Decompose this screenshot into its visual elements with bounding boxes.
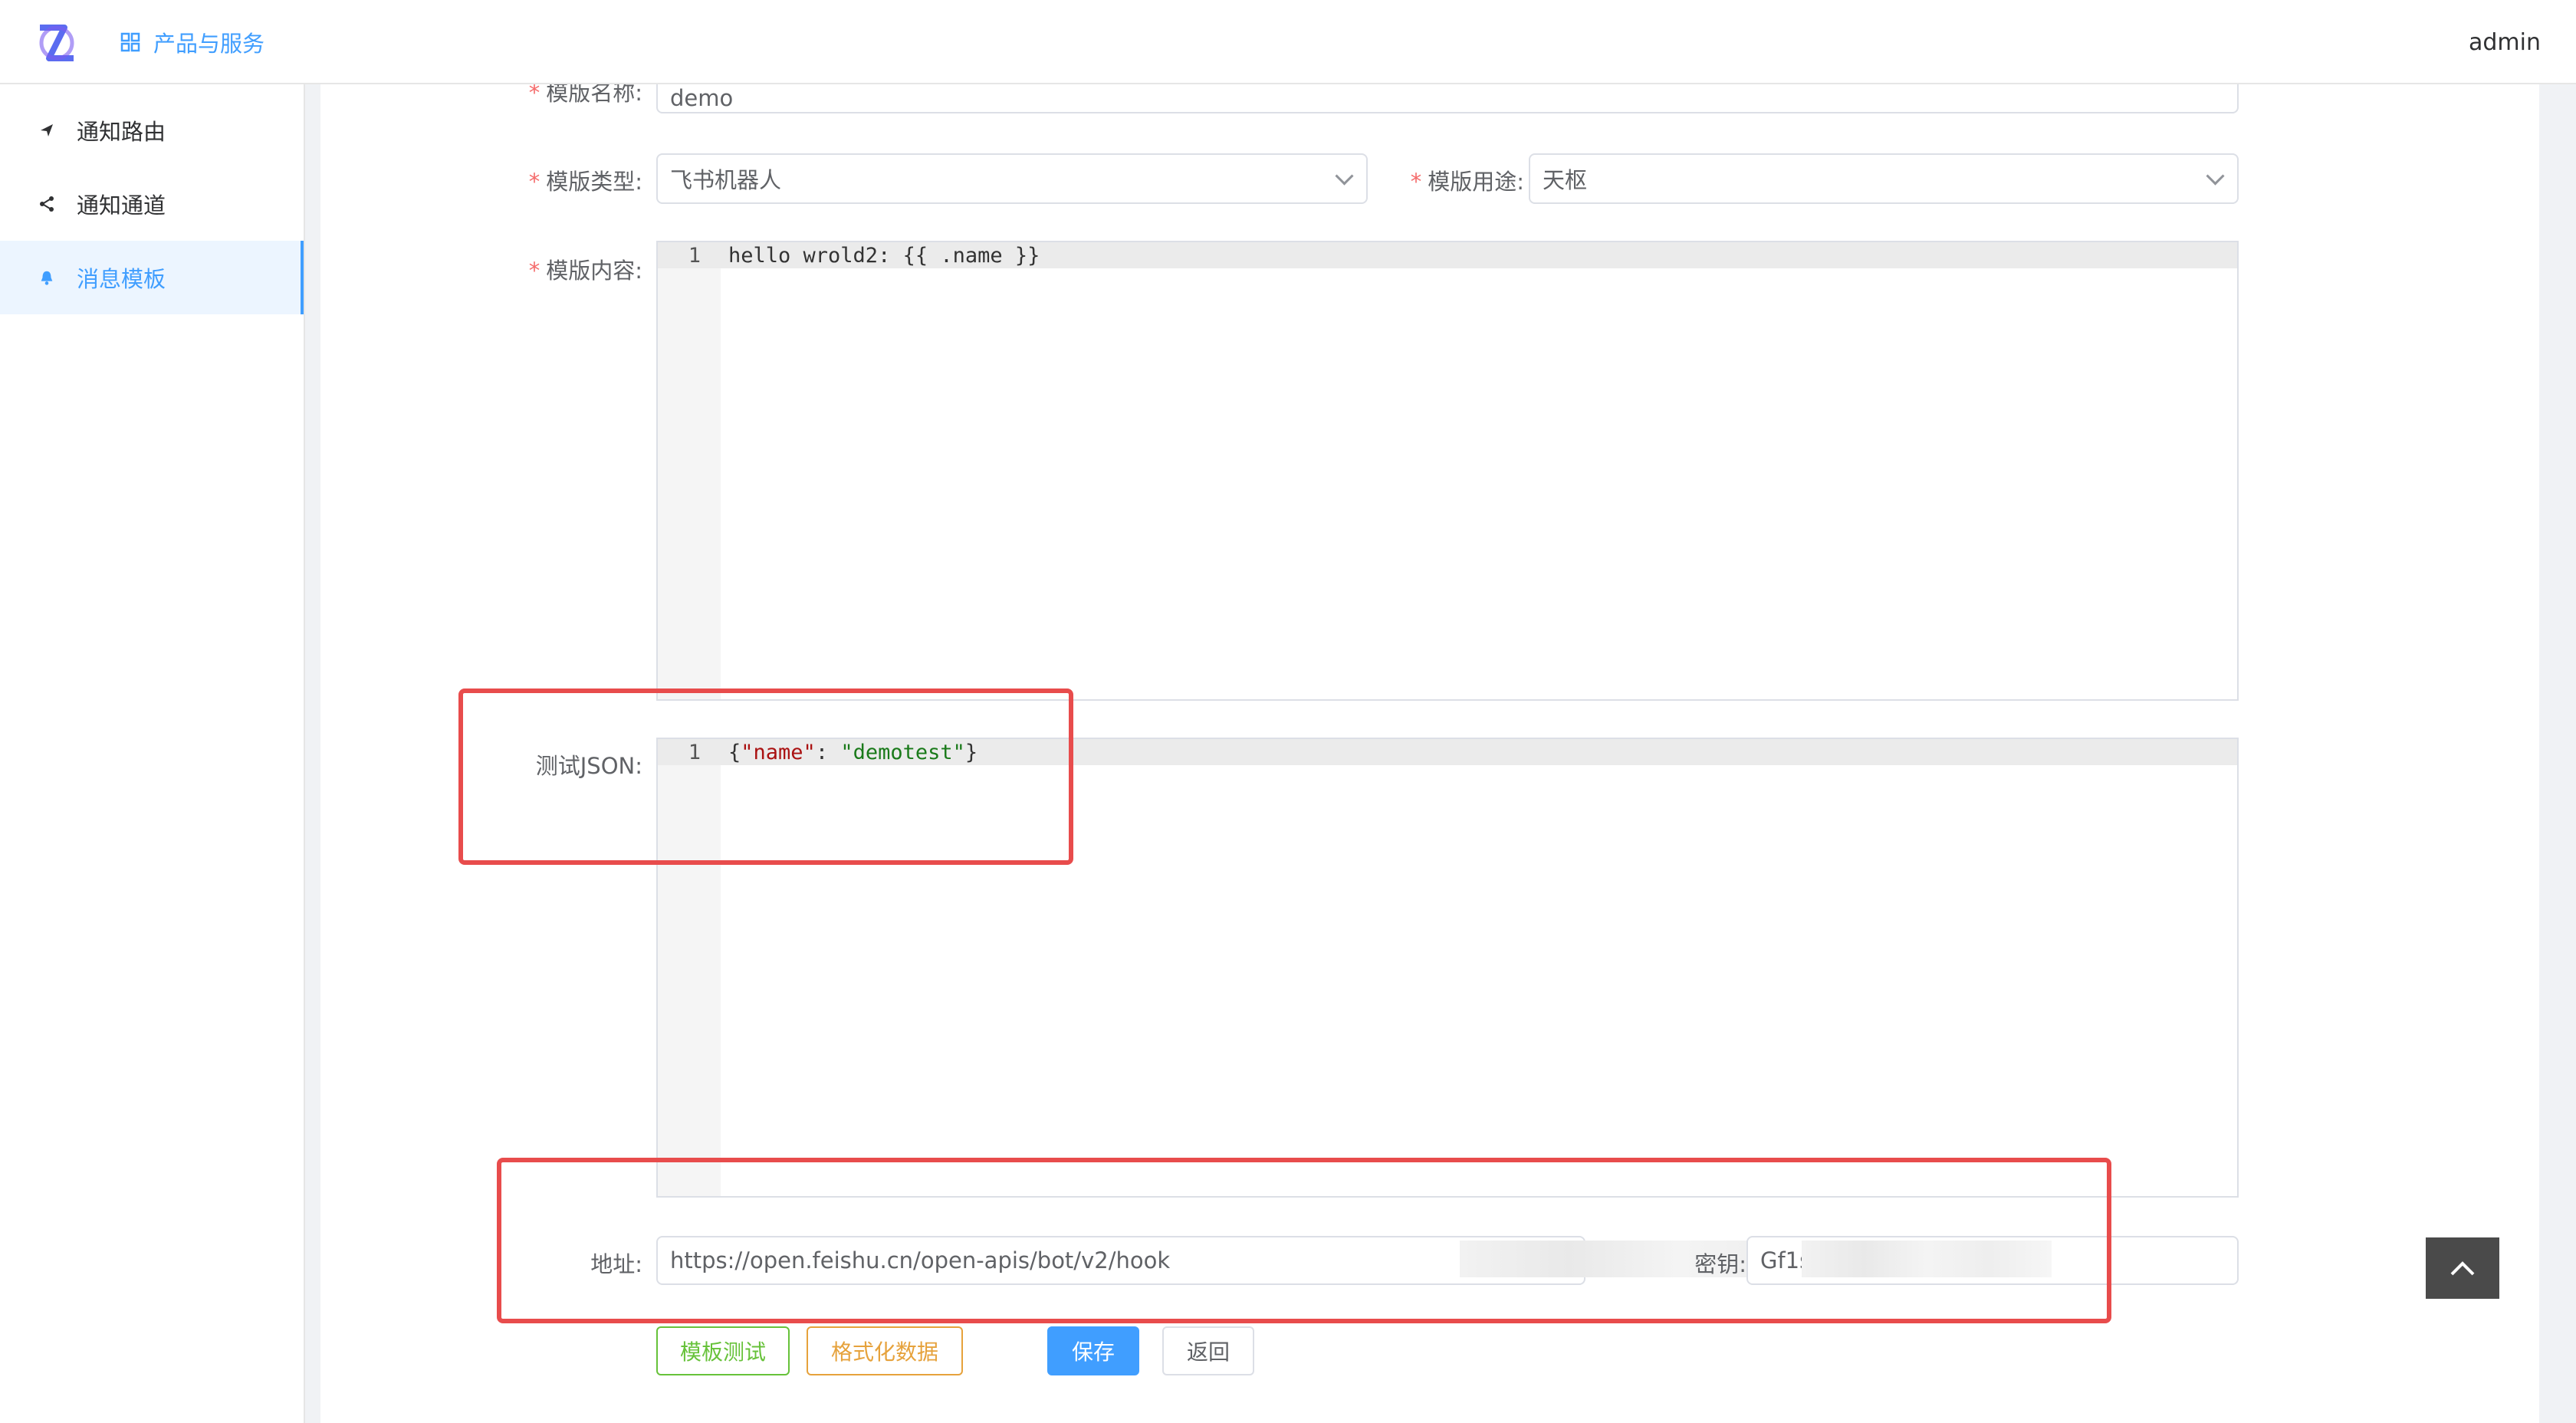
- template-content-editor[interactable]: 1 hello wrold2: {{ .name }}: [656, 241, 2239, 701]
- back-to-top-button[interactable]: [2426, 1237, 2499, 1299]
- back-button[interactable]: 返回: [1162, 1326, 1254, 1375]
- products-services-menu[interactable]: 产品与服务: [120, 26, 264, 58]
- template-name-value: demo: [670, 85, 734, 111]
- template-type-select[interactable]: 飞书机器人: [656, 153, 1368, 204]
- editor-gutter: [658, 242, 721, 699]
- top-header: 产品与服务 admin: [0, 0, 2576, 84]
- app-logo-icon[interactable]: [34, 20, 80, 66]
- sidebar-item-label: 消息模板: [77, 266, 166, 292]
- sidebar-item-message-template[interactable]: 消息模板: [0, 241, 304, 314]
- grid-icon: [120, 32, 140, 52]
- sidebar-item-label: 通知路由: [77, 119, 166, 145]
- code-line: hello wrold2: {{ .name }}: [728, 244, 1040, 268]
- template-usage-label: * 模版用途:: [1410, 169, 1524, 195]
- sidebar-item-label: 通知通道: [77, 192, 166, 219]
- sidebar: 通知路由 通知通道 消息模板: [0, 84, 305, 1423]
- main-content: * 模版名称: demo * 模版类型: 飞书机器人 * 模版用途: 天枢 * 模版内容…: [320, 84, 2539, 1423]
- highlight-box-test-json: [458, 688, 1073, 865]
- template-usage-select[interactable]: 天枢: [1529, 153, 2239, 204]
- chevron-down-icon: [2206, 166, 2225, 186]
- template-usage-value: 天枢: [1543, 167, 1588, 193]
- template-type-label: * 模版类型:: [528, 169, 642, 195]
- template-name-label: * 模版名称:: [528, 84, 642, 106]
- save-button[interactable]: 保存: [1047, 1326, 1139, 1375]
- chevron-down-icon: [1335, 166, 1354, 186]
- share-icon: [35, 192, 58, 215]
- user-menu[interactable]: admin: [2469, 29, 2541, 56]
- sidebar-item-notify-channel[interactable]: 通知通道: [0, 167, 304, 241]
- format-data-button[interactable]: 格式化数据: [807, 1326, 963, 1375]
- chevron-up-icon: [2450, 1261, 2475, 1276]
- send-icon: [35, 119, 58, 142]
- template-content-label: * 模版内容:: [528, 258, 642, 284]
- highlight-box-address-secret: [497, 1158, 2111, 1323]
- bell-icon: [35, 266, 58, 289]
- line-number: 1: [688, 244, 701, 268]
- template-test-button[interactable]: 模板测试: [656, 1326, 790, 1375]
- template-name-input[interactable]: demo: [656, 84, 2239, 113]
- template-type-value: 飞书机器人: [670, 167, 782, 193]
- sidebar-item-notify-route[interactable]: 通知路由: [0, 94, 304, 167]
- products-services-label: 产品与服务: [153, 31, 265, 57]
